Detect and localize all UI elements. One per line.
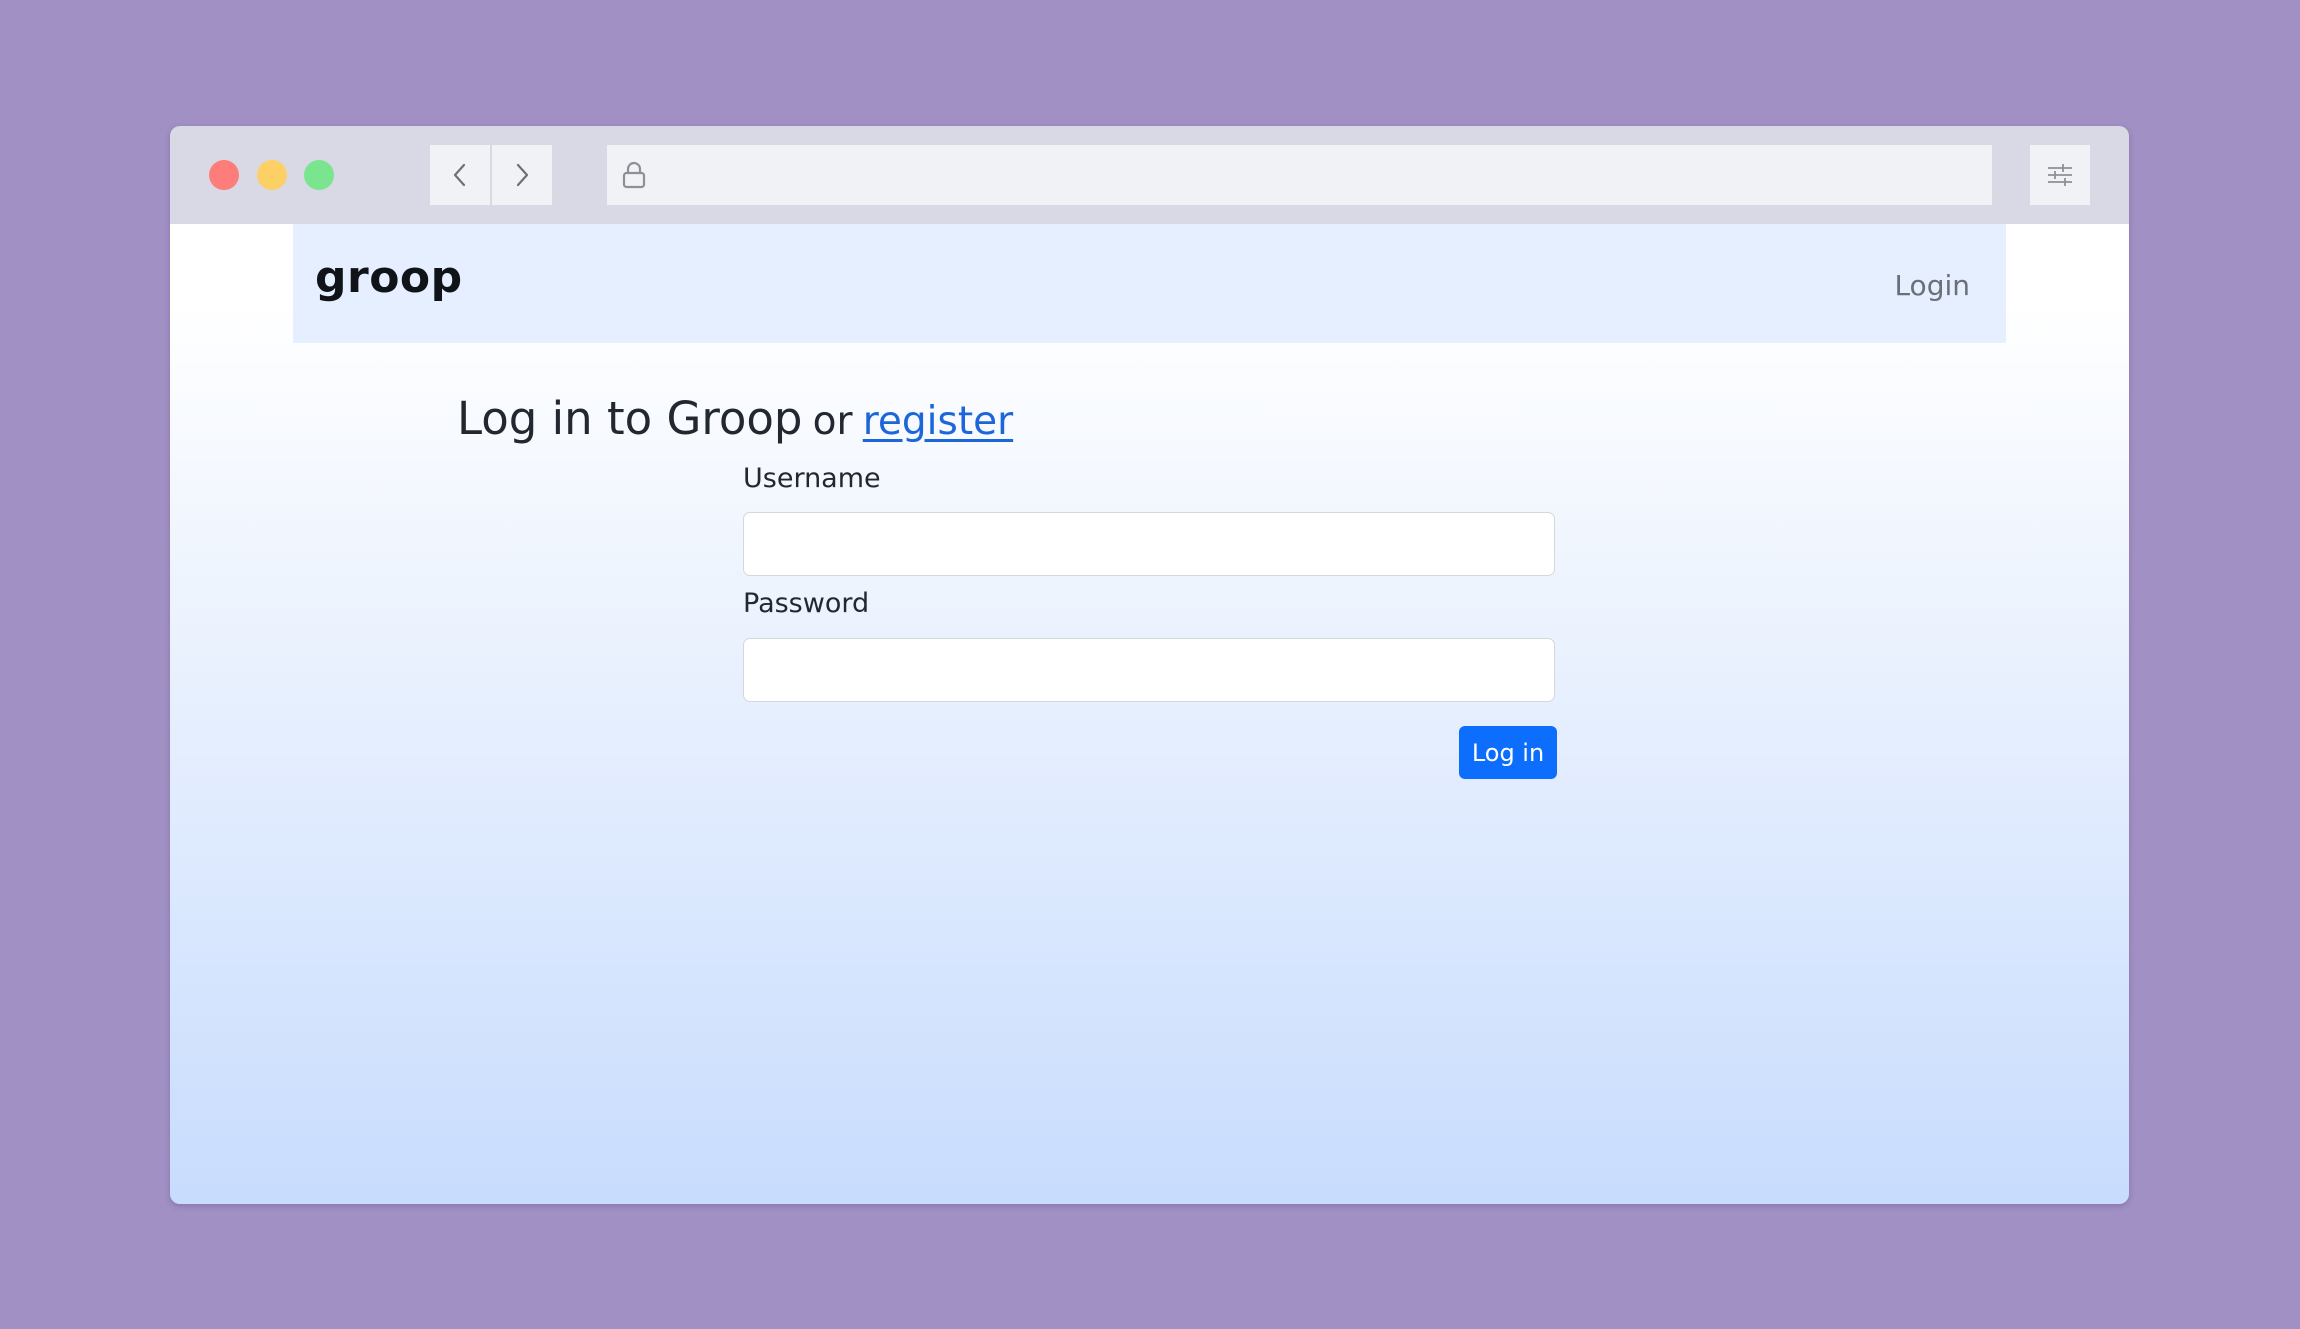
page-title-text: Log in to Groop <box>457 392 803 445</box>
settings-button[interactable] <box>2030 145 2090 205</box>
sliders-icon <box>2048 164 2072 186</box>
register-link[interactable]: register <box>863 399 1013 444</box>
forward-button[interactable] <box>492 145 552 205</box>
password-input[interactable] <box>743 638 1555 702</box>
site-navbar: groop Login <box>293 224 2006 343</box>
login-submit-button[interactable]: Log in <box>1459 726 1557 779</box>
chevron-left-icon <box>453 163 466 187</box>
minimize-window-button[interactable] <box>257 160 287 190</box>
page-title-or: or <box>812 399 853 444</box>
maximize-window-button[interactable] <box>304 160 334 190</box>
username-label: Username <box>743 463 881 494</box>
page-viewport: groop Login Log in to Groop or register … <box>170 224 2129 1204</box>
nav-login-link[interactable]: Login <box>1894 269 1970 302</box>
password-label: Password <box>743 588 870 619</box>
username-input[interactable] <box>743 512 1555 576</box>
browser-toolbar <box>170 126 2129 224</box>
page-title: Log in to Groop or register <box>457 392 1013 445</box>
back-button[interactable] <box>430 145 490 205</box>
chevron-right-icon <box>516 163 529 187</box>
close-window-button[interactable] <box>209 160 239 190</box>
browser-window: groop Login Log in to Groop or register … <box>170 126 2129 1204</box>
address-bar[interactable] <box>607 145 1992 205</box>
lock-icon <box>620 160 648 190</box>
brand-logo[interactable]: groop <box>315 252 463 303</box>
